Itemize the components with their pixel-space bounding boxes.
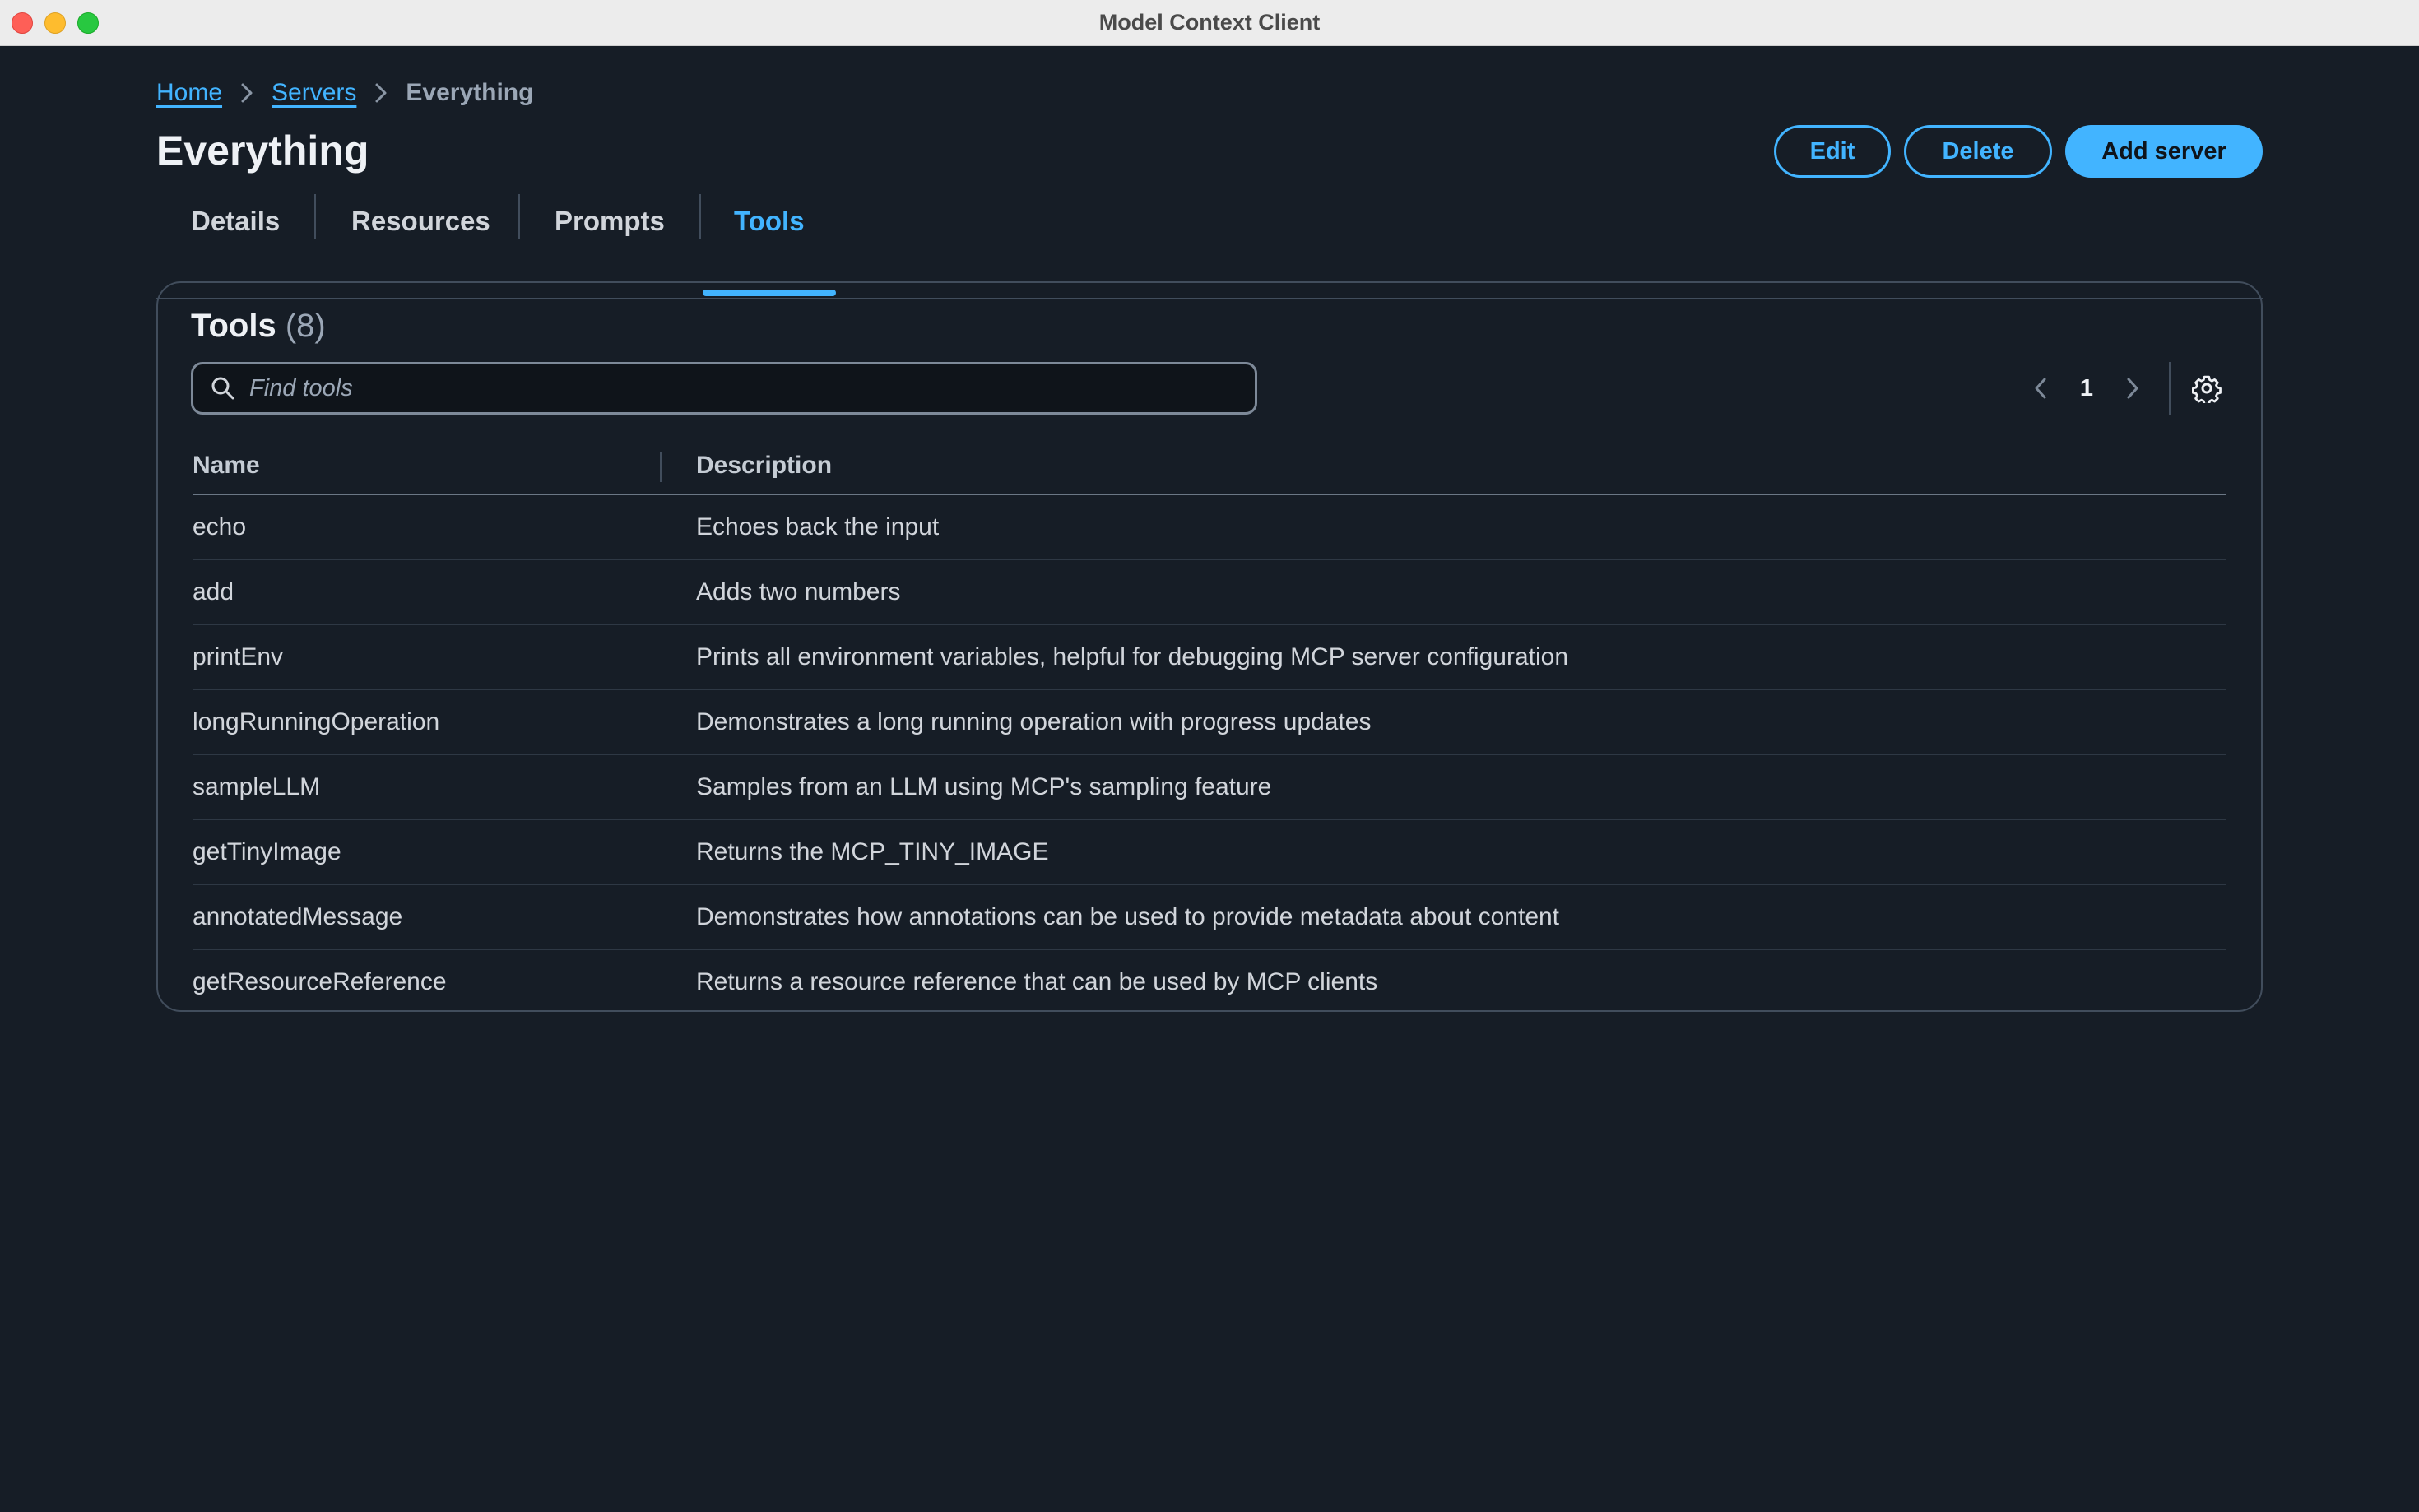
gear-icon (2192, 375, 2222, 403)
current-page-number[interactable]: 1 (2062, 375, 2111, 402)
tab-details[interactable]: Details (191, 192, 280, 250)
tool-name: add (193, 578, 234, 605)
tab-prompts[interactable]: Prompts (555, 192, 665, 250)
column-resize-handle[interactable] (660, 452, 662, 482)
tool-description: Samples from an LLM using MCP's sampling… (696, 773, 1272, 800)
breadcrumb: Home Servers Everything (156, 79, 533, 107)
tool-name: printEnv (193, 643, 284, 670)
tools-panel-title: Tools (191, 308, 276, 344)
tools-panel: Tools (8) 1 (156, 281, 2263, 1012)
window-maximize-button[interactable] (77, 12, 99, 34)
tab-divider (518, 194, 520, 239)
window-minimize-button[interactable] (44, 12, 66, 34)
header-actions: Edit Delete Add server (1774, 125, 2263, 178)
tab-tools[interactable]: Tools (734, 192, 805, 250)
tool-name: annotatedMessage (193, 903, 403, 930)
table-row[interactable]: add Adds two numbers (193, 560, 2226, 625)
add-server-button[interactable]: Add server (2065, 125, 2263, 178)
tab-resources[interactable]: Resources (351, 192, 490, 250)
breadcrumb-servers-link[interactable]: Servers (272, 79, 356, 107)
edit-button[interactable]: Edit (1774, 125, 1891, 178)
window-titlebar: Model Context Client (0, 0, 2419, 46)
tool-description: Demonstrates how annotations can be used… (696, 903, 1560, 930)
search-box (191, 362, 1257, 415)
tool-description: Prints all environment variables, helpfu… (696, 643, 1569, 670)
table-header-row: Name Description (193, 438, 2226, 495)
tab-divider (314, 194, 316, 239)
chevron-right-icon (222, 81, 272, 104)
table-row[interactable]: printEnv Prints all environment variable… (193, 625, 2226, 690)
tool-description: Adds two numbers (696, 578, 901, 605)
tool-name: getTinyImage (193, 838, 341, 865)
breadcrumb-current: Everything (406, 79, 534, 106)
tools-panel-header: Tools (8) (191, 308, 326, 345)
pagination: 1 (2019, 362, 2228, 415)
tool-name: getResourceReference (193, 968, 447, 995)
table-row[interactable]: sampleLLM Samples from an LLM using MCP'… (193, 755, 2226, 820)
tools-count: (8) (285, 308, 326, 344)
table-row[interactable]: getResourceReference Returns a resource … (193, 950, 2226, 1014)
column-header-description[interactable]: Description (696, 452, 832, 480)
table-row[interactable]: getTinyImage Returns the MCP_TINY_IMAGE (193, 820, 2226, 885)
tool-name: longRunningOperation (193, 708, 440, 735)
chevron-left-icon (2035, 378, 2046, 399)
previous-page-button[interactable] (2019, 367, 2062, 410)
search-input[interactable] (248, 373, 1255, 403)
delete-button[interactable]: Delete (1904, 125, 2052, 178)
pagination-divider (2169, 362, 2171, 415)
table-body: echo Echoes back the input add Adds two … (193, 495, 2226, 1014)
page-title: Everything (156, 128, 369, 174)
tool-description: Echoes back the input (696, 513, 940, 540)
table-settings-button[interactable] (2185, 367, 2228, 410)
table-row[interactable]: longRunningOperation Demonstrates a long… (193, 690, 2226, 755)
tab-divider (699, 194, 701, 239)
search-icon (193, 375, 248, 401)
window-title: Model Context Client (1098, 10, 1321, 35)
column-header-name[interactable]: Name (193, 452, 260, 480)
table-row[interactable]: annotatedMessage Demonstrates how annota… (193, 885, 2226, 950)
table-row[interactable]: echo Echoes back the input (193, 495, 2226, 560)
tool-description: Demonstrates a long running operation wi… (696, 708, 1372, 735)
next-page-button[interactable] (2111, 367, 2154, 410)
breadcrumb-home-link[interactable]: Home (156, 79, 222, 107)
tool-name: sampleLLM (193, 773, 321, 800)
window-close-button[interactable] (12, 12, 33, 34)
tool-description: Returns the MCP_TINY_IMAGE (696, 838, 1049, 865)
chevron-right-icon (356, 81, 406, 104)
tool-description: Returns a resource reference that can be… (696, 968, 1378, 995)
tools-table: Name Description echo Echoes back the in… (193, 438, 2226, 1014)
chevron-right-icon (2127, 378, 2138, 399)
tool-name: echo (193, 513, 247, 540)
